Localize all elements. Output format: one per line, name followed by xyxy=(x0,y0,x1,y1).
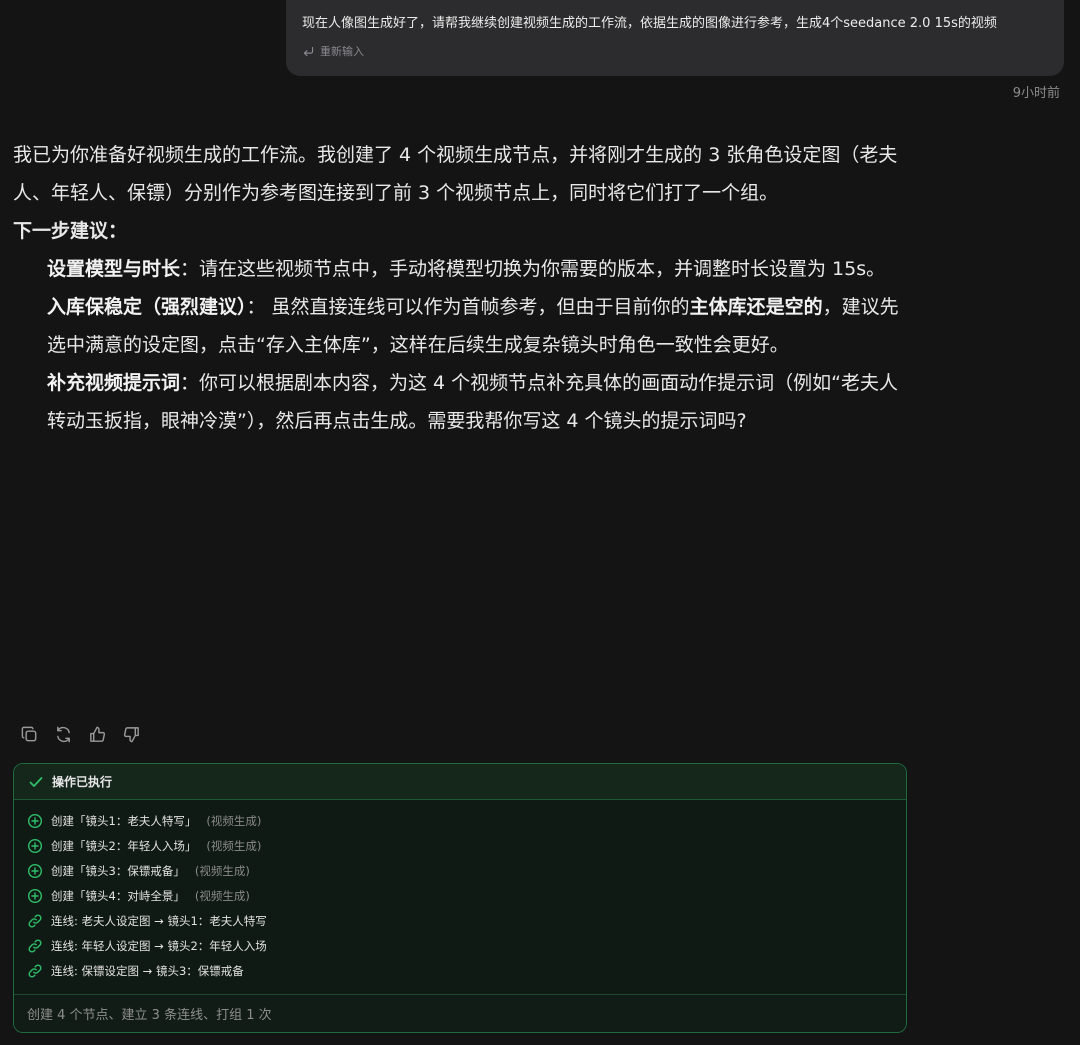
action-text: 创建「镜头4：对峙全景」 xyxy=(51,888,185,903)
reply-intro: 我已为你准备好视频生成的工作流。我创建了 4 个视频生成节点，并将刚才生成的 3… xyxy=(13,144,898,204)
action-text: 连线: 保镖设定图 → 镜头3：保镖戒备 xyxy=(51,963,244,978)
panel-footer-summary: 创建 4 个节点、建立 3 条连线、打组 1 次 xyxy=(14,994,906,1032)
chat-page: 现在人像图生成好了，请帮我继续创建视频生成的工作流，依据生成的图像进行参考，生成… xyxy=(0,0,1080,1045)
action-tag: (视频生成) xyxy=(206,813,262,828)
action-text: 连线: 年轻人设定图 → 镜头2：年轻人入场 xyxy=(51,938,267,953)
reinput-label: 重新输入 xyxy=(320,45,364,58)
regenerate-icon xyxy=(56,726,70,742)
suggestion-bold: 设置模型与时长 xyxy=(47,258,181,280)
panel-header[interactable]: 操作已执行 xyxy=(14,764,906,800)
regenerate-button[interactable] xyxy=(52,723,74,745)
check-icon xyxy=(29,776,43,787)
suggestion-item: 设置模型与时长：请在这些视频节点中，手动将模型切换为你需要的版本，并调整时长设置… xyxy=(13,250,908,288)
executed-actions-panel: 操作已执行 创建「镜头1：老夫人特写」 (视频生成) 创建「镜头2：年轻人入场」… xyxy=(13,763,907,1033)
action-text: 创建「镜头2：年轻人入场」 xyxy=(51,838,197,853)
suggestion-emphasis: 主体库还是空的 xyxy=(689,296,823,318)
thumbs-up-button[interactable] xyxy=(86,723,108,745)
reinput-button[interactable]: 重新输入 xyxy=(302,43,364,59)
plus-circle-icon xyxy=(27,863,43,878)
action-text: 连线: 老夫人设定图 → 镜头1：老夫人特写 xyxy=(51,913,267,928)
user-message-bubble: 现在人像图生成好了，请帮我继续创建视频生成的工作流，依据生成的图像进行参考，生成… xyxy=(286,0,1064,76)
thumbs-up-icon xyxy=(89,726,105,742)
suggestion-text: ：请在这些视频节点中，手动将模型切换为你需要的版本，并调整时长设置为 15s。 xyxy=(180,258,886,280)
action-row: 连线: 年轻人设定图 → 镜头2：年轻人入场 xyxy=(27,933,906,958)
action-tag: (视频生成) xyxy=(194,888,250,903)
panel-title: 操作已执行 xyxy=(52,775,113,789)
link-icon xyxy=(28,938,42,953)
return-icon xyxy=(303,46,314,56)
assistant-reply: 我已为你准备好视频生成的工作流。我创建了 4 个视频生成节点，并将刚才生成的 3… xyxy=(13,136,908,440)
copy-icon xyxy=(21,726,36,741)
plus-circle-icon xyxy=(27,813,43,828)
action-row: 连线: 保镖设定图 → 镜头3：保镖戒备 xyxy=(27,958,906,983)
message-actions xyxy=(18,723,142,745)
plus-circle-icon xyxy=(27,838,43,853)
suggestion-text: ： 虽然直接连线可以作为首帧参考，但由于目前你的 xyxy=(246,296,690,318)
action-tag: (视频生成) xyxy=(194,863,250,878)
suggestion-item: 入库保稳定（强烈建议）： 虽然直接连线可以作为首帧参考，但由于目前你的主体库还是… xyxy=(13,288,908,364)
suggestion-bold: 补充视频提示词 xyxy=(47,372,181,394)
next-steps-title: 下一步建议： xyxy=(13,220,128,242)
action-row: 创建「镜头1：老夫人特写」 (视频生成) xyxy=(27,808,906,833)
link-icon xyxy=(28,963,42,978)
suggestion-bold: 入库保稳定（强烈建议） xyxy=(47,296,247,318)
thumbs-down-icon xyxy=(123,726,139,742)
copy-button[interactable] xyxy=(18,723,40,745)
suggestion-item: 补充视频提示词：你可以根据剧本内容，为这 4 个视频节点补充具体的画面动作提示词… xyxy=(13,364,908,440)
link-icon xyxy=(28,913,42,928)
action-row: 连线: 老夫人设定图 → 镜头1：老夫人特写 xyxy=(27,908,906,933)
message-timestamp: 9小时前 xyxy=(1012,86,1060,101)
thumbs-down-button[interactable] xyxy=(120,723,142,745)
user-message-text: 现在人像图生成好了，请帮我继续创建视频生成的工作流，依据生成的图像进行参考，生成… xyxy=(302,16,997,31)
action-text: 创建「镜头1：老夫人特写」 xyxy=(51,813,197,828)
action-row: 创建「镜头4：对峙全景」 (视频生成) xyxy=(27,883,906,908)
action-text: 创建「镜头3：保镖戒备」 xyxy=(51,863,185,878)
action-row: 创建「镜头3：保镖戒备」 (视频生成) xyxy=(27,858,906,883)
plus-circle-icon xyxy=(27,888,43,903)
action-list: 创建「镜头1：老夫人特写」 (视频生成) 创建「镜头2：年轻人入场」 (视频生成… xyxy=(14,800,906,983)
action-row: 创建「镜头2：年轻人入场」 (视频生成) xyxy=(27,833,906,858)
action-tag: (视频生成) xyxy=(206,838,262,853)
